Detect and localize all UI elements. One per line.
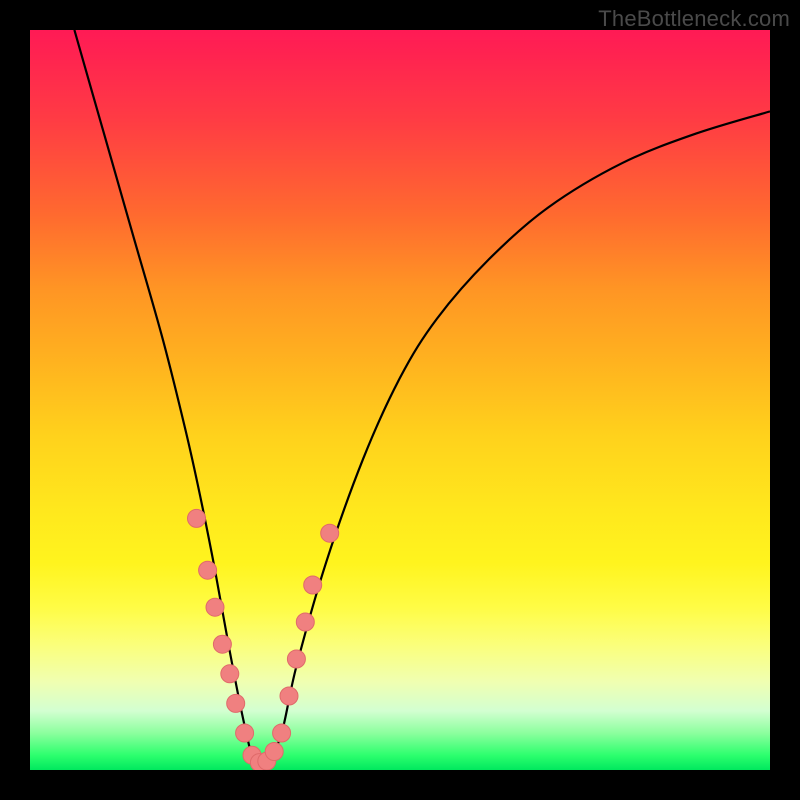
chart-frame: TheBottleneck.com — [0, 0, 800, 800]
attribution-label: TheBottleneck.com — [598, 6, 790, 32]
chart-gradient-background — [30, 30, 770, 770]
